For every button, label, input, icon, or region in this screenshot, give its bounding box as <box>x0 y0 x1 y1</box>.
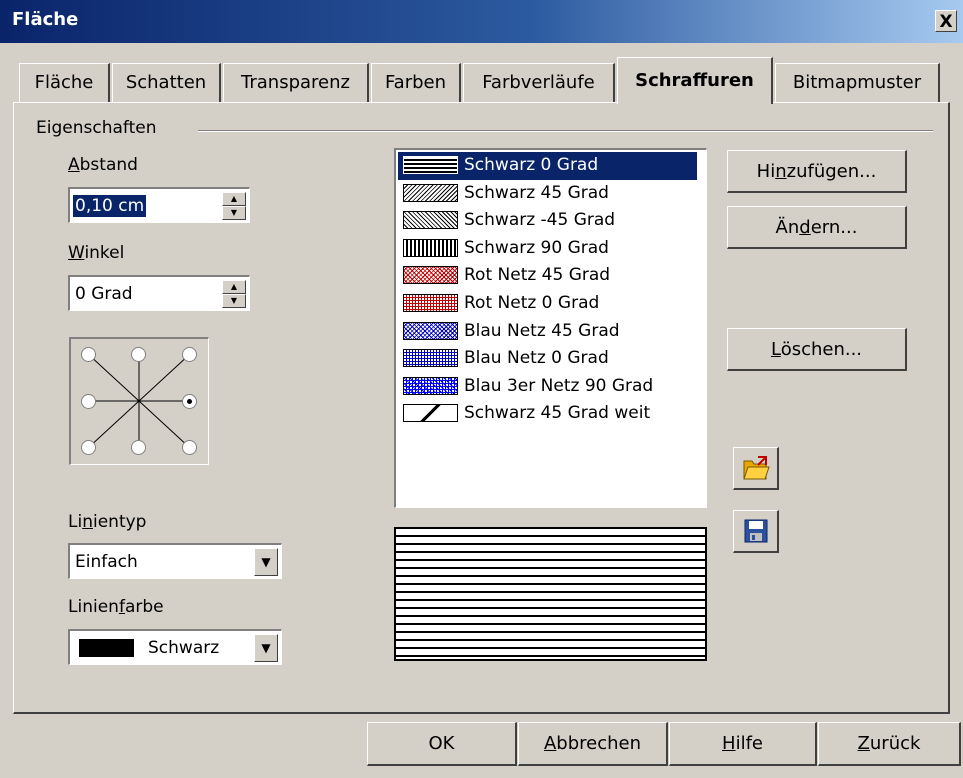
hatch-label: Schwarz 90 Grad <box>464 237 609 258</box>
close-button[interactable]: X <box>935 10 957 32</box>
tab-schatten[interactable]: Schatten <box>112 63 221 102</box>
winkel-value[interactable]: 0 Grad <box>75 283 133 305</box>
tab-farben[interactable]: Farben <box>371 63 461 102</box>
angle-radio-top-left[interactable] <box>81 347 96 362</box>
hatch-swatch <box>403 376 458 395</box>
hatch-label: Schwarz -45 Grad <box>464 210 616 231</box>
folder-open-icon <box>743 456 770 480</box>
cancel-button[interactable]: Abbrechen <box>518 722 668 766</box>
tab-farbverlaeufe[interactable]: Farbverläufe <box>463 63 615 102</box>
linienfarbe-label: Linienfarbe <box>68 597 164 617</box>
help-button[interactable]: Hilfe <box>669 722 817 766</box>
preview-hatch-fill <box>396 529 705 659</box>
hatch-list-item[interactable]: Rot Netz 45 Grad <box>398 262 697 290</box>
hatch-label: Schwarz 45 Grad weit <box>464 403 651 424</box>
winkel-label: Winkel <box>68 243 125 263</box>
hatch-label: Blau Netz 0 Grad <box>464 348 609 369</box>
tab-label: Bitmapmuster <box>792 72 922 93</box>
angle-radio-bottom-right[interactable] <box>182 440 197 455</box>
hatch-label: Blau 3er Netz 90 Grad <box>464 375 654 396</box>
hatch-list-item[interactable]: Blau Netz 0 Grad <box>398 345 697 373</box>
tab-label: Fläche <box>34 72 94 93</box>
spin-up-icon[interactable]: ▲ <box>222 280 246 294</box>
angle-radio-left[interactable] <box>81 394 96 409</box>
angle-radio-bottom[interactable] <box>131 440 146 455</box>
delete-button[interactable]: Löschen... <box>727 328 907 371</box>
spin-down-icon[interactable]: ▼ <box>222 294 246 308</box>
load-hatch-button[interactable] <box>733 447 779 490</box>
group-divider <box>198 130 933 132</box>
hatch-list-item[interactable]: Schwarz -45 Grad <box>398 207 697 235</box>
hatch-label: Rot Netz 0 Grad <box>464 293 600 313</box>
chevron-down-icon[interactable]: ▼ <box>254 548 278 576</box>
hatch-preview <box>394 527 707 661</box>
tab-label: Farben <box>384 72 447 93</box>
floppy-disk-icon <box>744 519 768 543</box>
color-swatch <box>79 639 134 657</box>
hatch-swatch <box>403 156 458 174</box>
spin-down-icon[interactable]: ▼ <box>222 206 246 220</box>
angle-radio-bottom-left[interactable] <box>81 440 96 455</box>
angle-radio-top-right[interactable] <box>182 347 197 362</box>
close-icon: X <box>939 12 953 32</box>
tab-schraffuren[interactable]: Schraffuren <box>617 57 773 104</box>
hatch-swatch <box>403 404 458 423</box>
hatch-swatch <box>403 349 458 368</box>
hatch-label: Blau Netz 45 Grad <box>464 320 620 341</box>
hatch-list-item[interactable]: Blau Netz 45 Grad <box>398 318 697 346</box>
modify-button[interactable]: Ändern... <box>727 206 907 249</box>
hatch-swatch <box>403 321 458 340</box>
spin-up-icon[interactable]: ▲ <box>222 192 246 206</box>
winkel-spinbox[interactable]: 0 Grad ▲ ▼ <box>68 275 250 311</box>
tab-label: Schatten <box>125 72 207 93</box>
group-label-eigenschaften: Eigenschaften <box>36 118 157 138</box>
hatch-list-item[interactable]: Rot Netz 0 Grad <box>398 290 697 318</box>
save-hatch-button[interactable] <box>733 510 779 553</box>
title-bar: Fläche X <box>0 0 963 43</box>
linienfarbe-dropdown[interactable]: Schwarz ▼ <box>68 629 282 665</box>
linientyp-label: Linientyp <box>68 512 147 532</box>
hatch-swatch <box>403 294 458 312</box>
hatch-list-item[interactable]: Schwarz 0 Grad <box>398 152 697 180</box>
angle-radio-right[interactable] <box>182 394 197 409</box>
hatch-label: Schwarz 45 Grad <box>464 182 609 203</box>
hatch-list[interactable]: Schwarz 0 Grad Schwarz 45 Grad Schwarz -45… <box>394 148 707 508</box>
linientyp-dropdown[interactable]: Einfach ▼ <box>68 543 282 579</box>
angle-selector[interactable] <box>69 337 209 465</box>
hatch-swatch <box>403 238 458 257</box>
tab-label: Schraffuren <box>635 70 754 91</box>
hatch-list-item[interactable]: Blau 3er Netz 90 Grad <box>398 373 697 401</box>
linientyp-value: Einfach <box>75 552 138 572</box>
back-button[interactable]: Zurück <box>818 722 961 766</box>
add-button[interactable]: Hinzufügen... <box>727 150 907 193</box>
chevron-down-icon[interactable]: ▼ <box>254 634 278 662</box>
tab-label: Transparenz <box>241 72 350 93</box>
tab-flaeche[interactable]: Fläche <box>19 63 110 102</box>
hatch-swatch <box>403 183 458 202</box>
abstand-spinbox[interactable]: 0,10 cm ▲ ▼ <box>68 187 250 223</box>
ok-button[interactable]: OK <box>367 722 517 766</box>
window-title: Fläche <box>12 9 79 30</box>
hatch-label: Rot Netz 45 Grad <box>464 265 611 286</box>
hatch-list-item[interactable]: Schwarz 90 Grad <box>398 235 697 263</box>
angle-radio-top[interactable] <box>131 347 146 362</box>
hatch-swatch <box>403 266 458 285</box>
abstand-label: Abstand <box>68 155 138 175</box>
hatch-list-item[interactable]: Schwarz 45 Grad <box>398 180 697 208</box>
linienfarbe-value: Schwarz <box>148 638 220 658</box>
tab-transparenz[interactable]: Transparenz <box>223 63 369 102</box>
hatch-list-items: Schwarz 0 Grad Schwarz 45 Grad Schwarz -45… <box>396 152 701 502</box>
tab-bitmapmuster[interactable]: Bitmapmuster <box>775 63 940 102</box>
hatch-swatch <box>403 211 458 230</box>
abstand-value[interactable]: 0,10 cm <box>73 195 147 217</box>
hatch-label: Schwarz 0 Grad <box>464 155 599 175</box>
tab-label: Farbverläufe <box>482 72 595 93</box>
hatch-list-item[interactable]: Schwarz 45 Grad weit <box>398 400 697 428</box>
